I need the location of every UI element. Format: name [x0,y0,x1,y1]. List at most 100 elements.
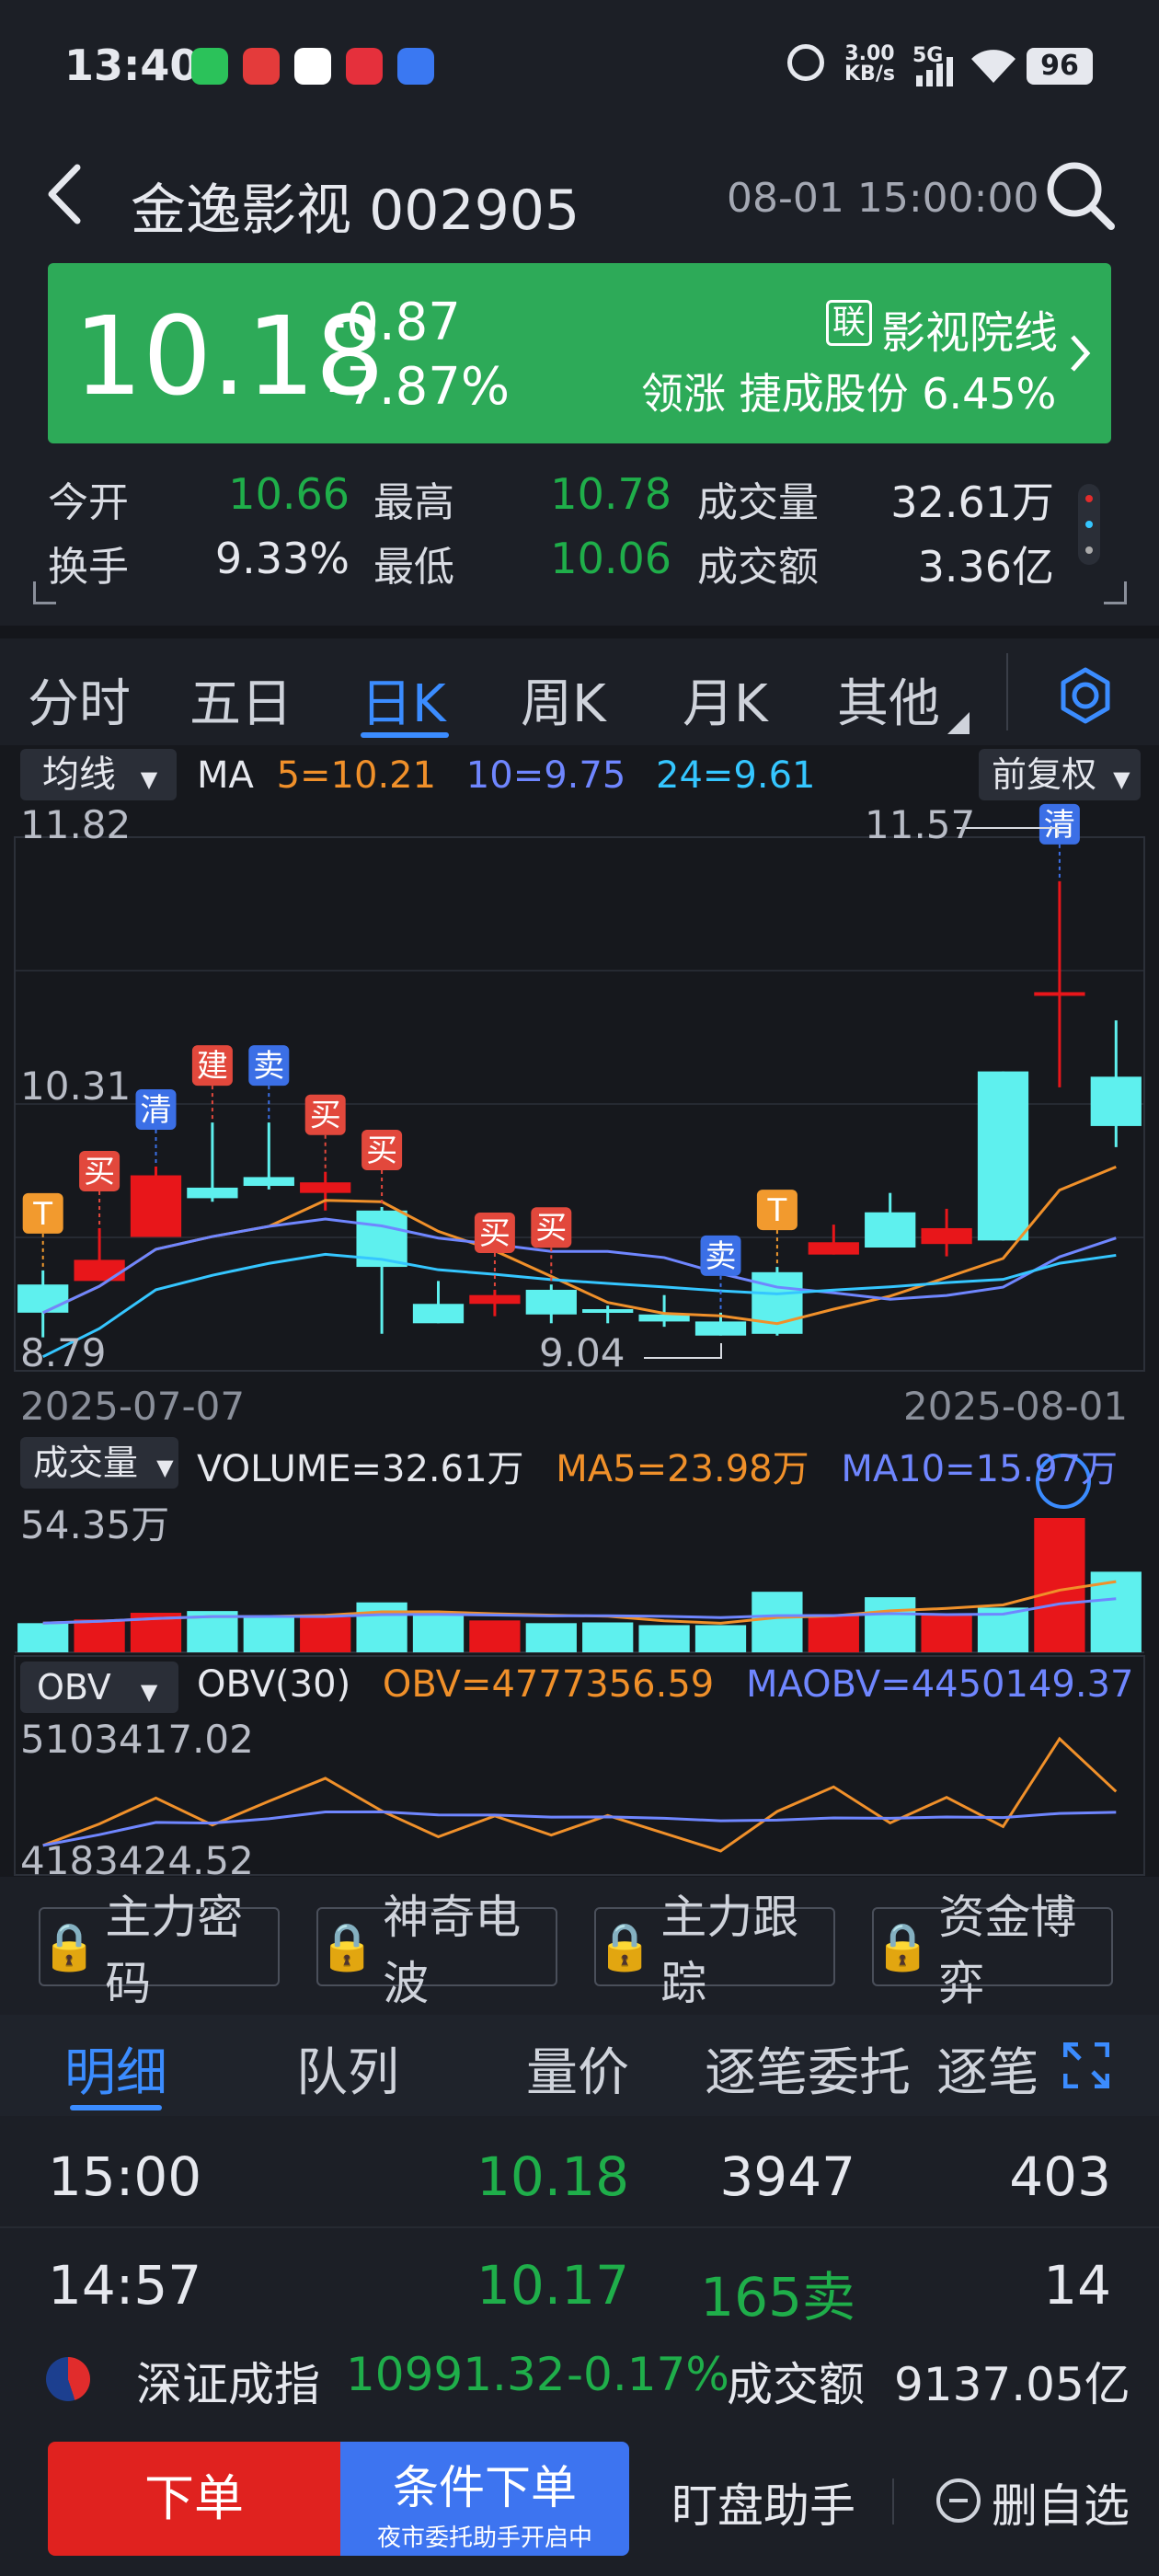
amount-label: 成交额 [697,544,819,591]
tab-queue[interactable]: 队列 [296,2031,399,2106]
volume-selector[interactable]: 成交量 ▼ [20,1437,178,1489]
lock-button-wave[interactable]: 🔒 神奇电波 [316,1891,557,2010]
stock-header: 金逸影视 002905 08-01 15:00:00 [0,138,1159,258]
order-button[interactable]: 下单 [48,2442,340,2556]
candle-body [1090,1076,1142,1126]
trade-price: 10.17 [476,2254,630,2317]
lock-button-label: 资金博弈 [938,1891,1077,2010]
tab-volume-price[interactable]: 量价 [526,2031,629,2106]
low-note: 9.04 [539,1330,625,1375]
adjust-selector[interactable]: 前复权 ▼ [979,749,1141,800]
obv-value: OBV=4777356.59 [382,1663,715,1706]
search-icon[interactable] [1043,158,1117,232]
tab-monthly-k[interactable]: 月K [683,662,768,737]
high-label: 最高 [373,479,454,526]
trade-volume: 3947 [719,2145,855,2208]
tab-trade-by-trade[interactable]: 逐笔 [936,2031,1036,2106]
trade-marker-text: 买 [366,1133,397,1169]
detail-tabs: 明细 队列 量价 逐笔委托 逐笔 [0,2015,1159,2116]
volume-bar [1034,1518,1085,1652]
volume-axis-max: 54.35万 [20,1502,170,1547]
volume-bar [865,1597,916,1652]
gear-icon[interactable] [1056,666,1115,725]
alarm-icon [787,44,824,81]
index-value: 10991.32 [346,2348,566,2401]
low-pointer [644,1343,722,1359]
remove-watchlist-button[interactable]: 删自选 [992,2469,1130,2536]
trade-marker-text: 买 [535,1210,567,1247]
obv-label: OBV(30) [197,1663,351,1706]
period-tabs: 分时 五日 日K 周K 月K 其他 [0,635,1159,745]
volume-bar [74,1619,125,1652]
trade-marker-text: 清 [1044,807,1075,844]
lock-button-tracking[interactable]: 🔒 主力跟踪 [594,1891,835,2010]
price-change-pct: -7.87% [327,357,511,417]
tab-order-by-order[interactable]: 逐笔委托 [705,2031,911,2106]
index-amount-label: 成交额 [727,2358,865,2411]
volume-bar [525,1623,577,1652]
trade-marker-text: 清 [141,1092,172,1129]
volume-bar [694,1625,747,1652]
trade-row: 15:00 10.18 3947 403 [0,2118,1159,2226]
tab-other[interactable]: 其他 [837,662,940,737]
index-amount: 9137.05亿 [894,2358,1130,2411]
lock-button-main-code[interactable]: 🔒 主力密码 [39,1891,280,2010]
price-change: -0.87 [327,293,461,352]
sector-name[interactable]: 影视院线 [881,296,1058,361]
battery-icon: 96 [1027,48,1093,85]
candle-body [525,1289,577,1315]
trade-marker-text: T [767,1192,787,1229]
ma-selector-label: 均线 [42,753,116,796]
wifi-icon [971,50,1016,83]
candle-body [130,1175,182,1237]
corner-mark-right [1104,581,1127,604]
lock-button-capital[interactable]: 🔒 资金博弈 [872,1891,1113,2010]
exchange-logo-icon [46,2357,90,2401]
trade-count: 14 [1043,2254,1111,2317]
volume-bar [921,1613,972,1652]
tab-minute[interactable]: 分时 [28,662,131,737]
taobao-icon [243,48,280,85]
status-bar: 13:40 3.00 KB/s 5G 96 [0,0,1159,138]
volume-bar [412,1613,465,1652]
volume-bar [356,1602,407,1652]
expand-icon[interactable] [1063,2042,1109,2088]
index-ticker[interactable]: 深证成指 10991.32 -0.17% 成交额 9137.05亿 [0,2337,1159,2420]
candle-body [1034,992,1085,996]
volume-bar [17,1623,69,1652]
tab-weekly-k[interactable]: 周K [521,662,606,737]
trade-marker-text: 卖 [253,1048,284,1085]
more-icon[interactable] [1078,484,1100,565]
trade-marker-text: 建 [197,1048,228,1085]
amount-value: 3.36亿 [917,542,1054,592]
volume-text: VOLUME=32.61万 [197,1448,524,1490]
date-end: 2025-08-01 [903,1384,1129,1429]
volume-selector-label: 成交量 [33,1443,139,1483]
candle-body [469,1294,521,1305]
tab-detail[interactable]: 明细 [64,2031,167,2106]
tab-daily-k[interactable]: 日K [361,662,446,737]
indicator-selector[interactable]: OBV ▼ [20,1662,178,1713]
chevron-down-icon: ▼ [140,1679,158,1705]
candle-body [977,1071,1029,1241]
candle-body [694,1321,747,1336]
low-label: 最低 [373,544,454,591]
candle-body [412,1304,465,1324]
leader-pct: 6.45% [922,369,1057,419]
minus-circle-icon [936,2478,981,2523]
trade-count: 403 [1009,2145,1111,2208]
candle-body [808,1242,859,1255]
volume-ma5: MA5=23.98万 [556,1448,809,1490]
conditional-order-button[interactable]: 条件下单 夜市委托助手开启中 [340,2442,629,2556]
adjust-label: 前复权 [992,754,1097,795]
chevron-right-icon[interactable] [1067,331,1095,375]
tab-five-day[interactable]: 五日 [189,662,293,737]
lock-icon: 🔒 [596,1919,654,1973]
ma-selector[interactable]: 均线 ▼ [20,749,177,800]
stats-panel: 今开 10.66 最高 10.78 成交量 32.61万 换手 9.33% 最低… [0,451,1159,626]
watch-assistant-button[interactable]: 盯盘助手 [671,2469,855,2536]
high-value: 10.78 [550,469,671,519]
volume-bar [582,1622,634,1652]
back-button[interactable] [42,162,86,226]
leader-label: 领涨 [641,369,726,419]
